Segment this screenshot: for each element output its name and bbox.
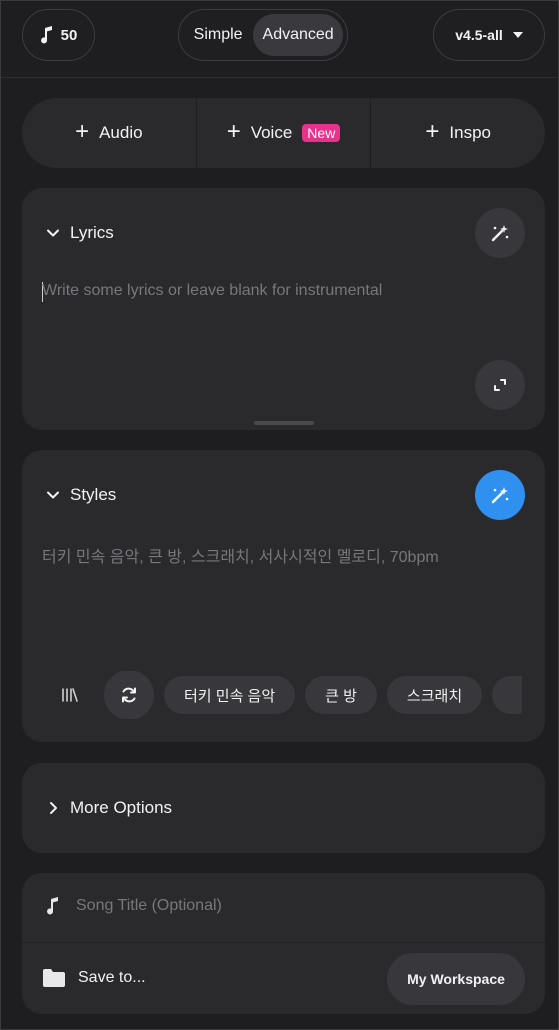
lyrics-expand-button[interactable] (475, 360, 525, 410)
style-suggestions: 터키 민속 음악 큰 방 스크래치 (46, 671, 545, 719)
lyrics-card: Lyrics Write some lyrics or leave blank … (22, 188, 545, 430)
styles-header[interactable]: Styles (46, 485, 116, 505)
magic-wand-icon (490, 223, 510, 243)
credits-button[interactable]: 50 (22, 9, 95, 61)
mode-advanced-tab[interactable]: Advanced (253, 14, 343, 56)
lyrics-title: Lyrics (70, 223, 114, 242)
styles-title: Styles (70, 485, 117, 504)
style-chip[interactable]: 스크래치 (386, 676, 483, 714)
workspace-select-button[interactable]: My Workspace (387, 953, 525, 1005)
add-audio-button[interactable]: + Audio (22, 98, 196, 168)
create-panel: 50 Simple Advanced v4.5-all + Audio + Vo… (0, 0, 559, 1030)
lyrics-magic-button[interactable] (475, 208, 525, 258)
add-source-row: + Audio + Voice New + Inspo (22, 98, 545, 168)
add-inspo-label: Inspo (449, 123, 491, 142)
lyrics-input[interactable]: Write some lyrics or leave blank for ins… (42, 282, 382, 300)
version-label: v4.5-all (455, 27, 503, 43)
more-options-header[interactable]: More Options (46, 798, 172, 818)
add-voice-label: Voice (250, 123, 293, 142)
plus-icon: + (226, 118, 241, 145)
caret-down-icon (512, 32, 523, 38)
chevron-down-icon (46, 488, 60, 502)
magic-wand-icon (490, 485, 510, 505)
song-details-card: Song Title (Optional) Save to... My Work… (22, 873, 545, 1014)
more-options-card[interactable]: More Options (22, 763, 545, 853)
top-bar: 50 Simple Advanced v4.5-all (1, 1, 558, 78)
mode-simple-tab[interactable]: Simple (183, 14, 253, 56)
resize-handle[interactable] (254, 421, 314, 425)
version-select[interactable]: v4.5-all (433, 9, 545, 61)
style-library-button[interactable] (46, 671, 94, 719)
chevron-right-icon (46, 801, 60, 815)
refresh-icon (120, 686, 138, 704)
music-note-icon (40, 26, 54, 44)
plus-icon: + (425, 118, 440, 145)
lyrics-header[interactable]: Lyrics (46, 223, 114, 243)
plus-icon: + (75, 118, 90, 145)
music-note-icon (46, 897, 60, 915)
credits-count: 50 (60, 26, 78, 44)
more-options-label: More Options (70, 798, 173, 817)
new-badge: New (302, 124, 341, 142)
divider (22, 942, 545, 943)
mode-toggle: Simple Advanced (178, 9, 348, 61)
add-inspo-button[interactable]: + Inspo (370, 98, 545, 168)
add-voice-button[interactable]: + Voice New (195, 98, 371, 168)
style-chip[interactable]: 큰 방 (305, 676, 377, 714)
chevron-down-icon (46, 226, 60, 240)
song-title-field[interactable]: Song Title (Optional) (46, 897, 222, 915)
expand-icon (493, 378, 507, 392)
folder-icon (42, 968, 66, 988)
style-chip[interactable]: 터키 민속 음악 (164, 676, 296, 714)
save-to-button[interactable]: Save to... (42, 968, 146, 988)
song-title-input[interactable]: Song Title (Optional) (76, 897, 222, 915)
refresh-suggestions-button[interactable] (104, 671, 154, 719)
add-audio-label: Audio (99, 123, 143, 142)
styles-input[interactable]: 터키 민속 음악, 큰 방, 스크래치, 서사시적인 멜로디, 70bpm (42, 543, 439, 567)
style-chip-partial[interactable] (492, 676, 523, 714)
styles-card: Styles 터키 민속 음악, 큰 방, 스크래치, 서사시적인 멜로디, 7… (22, 450, 545, 742)
styles-magic-button[interactable] (475, 470, 525, 520)
library-icon (61, 688, 79, 702)
save-to-label: Save to... (78, 969, 146, 986)
